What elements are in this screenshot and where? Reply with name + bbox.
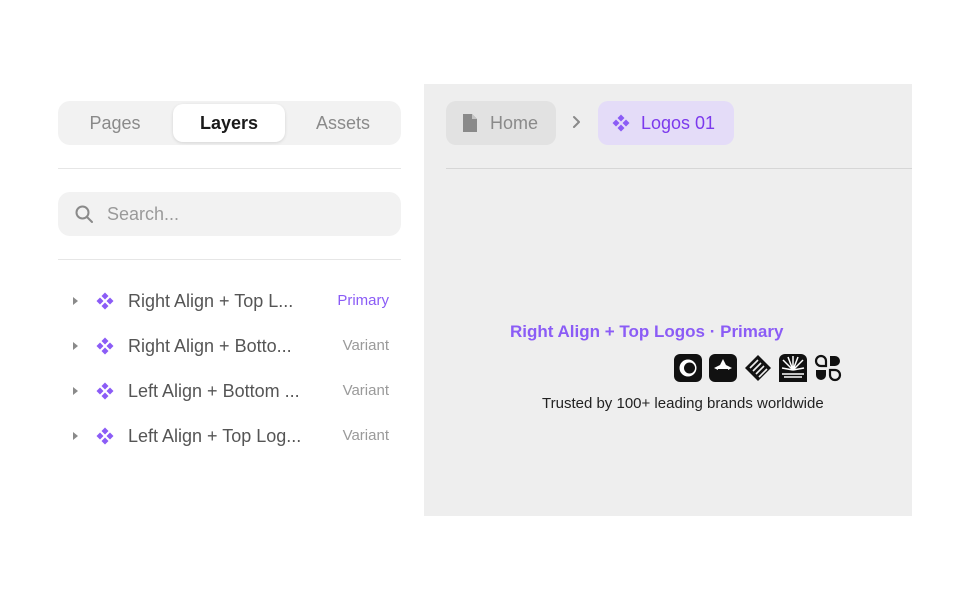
layers-panel: Pages Layers Assets Right Align + Top L.… <box>58 101 401 446</box>
component-icon <box>96 337 114 355</box>
search-input[interactable] <box>107 192 387 236</box>
caret-right-icon[interactable] <box>71 431 79 441</box>
frame-label[interactable]: Right Align + Top Logos · Primary <box>510 322 783 342</box>
file-icon <box>463 114 477 132</box>
layer-tag: Variant <box>342 427 389 444</box>
layer-item[interactable]: Right Align + Top L... Primary <box>58 283 401 328</box>
panel-tabs: Pages Layers Assets <box>58 101 401 145</box>
component-icon <box>612 114 630 132</box>
layer-name: Right Align + Botto... <box>128 336 292 356</box>
chevron-right-icon <box>573 116 580 128</box>
tab-assets[interactable]: Assets <box>288 104 398 142</box>
layer-list: Right Align + Top L... Primary Right Ali… <box>58 283 401 463</box>
layer-name: Left Align + Bottom ... <box>128 381 300 401</box>
tab-pages[interactable]: Pages <box>61 104 169 142</box>
search-box[interactable] <box>58 192 401 236</box>
component-icon <box>96 382 114 400</box>
caret-right-icon[interactable] <box>71 341 79 351</box>
layer-item[interactable]: Right Align + Botto... Variant <box>58 328 401 373</box>
breadcrumb-home[interactable]: Home <box>446 101 556 145</box>
caret-right-icon[interactable] <box>71 386 79 396</box>
layer-name: Left Align + Top Log... <box>128 426 302 446</box>
caret-right-icon[interactable] <box>71 296 79 306</box>
rounded-star-logo-icon <box>709 354 737 382</box>
layer-item[interactable]: Left Align + Bottom ... Variant <box>58 373 401 418</box>
stripe-diamond-logo-icon <box>745 355 771 381</box>
breadcrumb-current-label: Logos 01 <box>641 113 716 133</box>
design-canvas[interactable]: Home Logos 01 Right Align + Top Logos · … <box>424 84 912 516</box>
divider <box>58 259 401 260</box>
component-icon <box>96 292 114 310</box>
layer-tag: Primary <box>337 292 389 309</box>
canvas-divider <box>446 168 912 169</box>
component-icon <box>96 427 114 445</box>
sunburst-logo-icon <box>779 354 807 382</box>
layer-name: Right Align + Top L... <box>128 291 294 311</box>
circle-ring-logo-icon <box>674 354 702 382</box>
divider <box>58 168 401 169</box>
layer-item[interactable]: Left Align + Top Log... Variant <box>58 418 401 463</box>
search-icon <box>75 205 93 223</box>
layer-tag: Variant <box>342 382 389 399</box>
breadcrumb-home-label: Home <box>490 113 539 133</box>
tab-layers[interactable]: Layers <box>173 104 285 142</box>
tagline: Trusted by 100+ leading brands worldwide <box>542 395 824 412</box>
blob-clover-logo-icon <box>814 354 842 382</box>
layer-tag: Variant <box>342 337 389 354</box>
breadcrumb-current[interactable]: Logos 01 <box>598 101 734 145</box>
